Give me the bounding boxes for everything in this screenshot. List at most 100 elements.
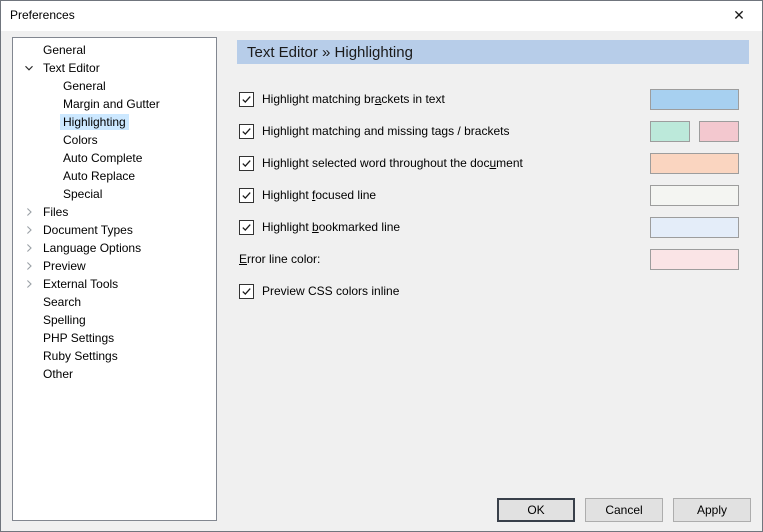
swatch-group [650,249,739,270]
chevron-container [21,225,37,235]
swatch-group [650,185,739,206]
tree-item[interactable]: Files [13,203,216,221]
swatch-group [650,121,739,142]
tree-item[interactable]: Colors [13,131,216,149]
tree-item-label: Colors [60,132,101,148]
window-title: Preferences [10,8,75,22]
checkbox[interactable] [239,220,254,235]
chevron-right-icon [24,225,34,235]
setting-row: Highlight matching brackets in text [237,88,749,110]
titlebar: Preferences ✕ [1,1,762,31]
chevron-right-icon [24,261,34,271]
checkbox[interactable] [239,92,254,107]
checkmark-icon [241,158,252,169]
chevron-container [21,261,37,271]
chevron-down-icon [24,63,34,73]
setting-row: Highlight selected word throughout the d… [237,152,749,174]
tree-item-label: Auto Replace [60,168,138,184]
apply-button[interactable]: Apply [673,498,751,522]
tree-item[interactable]: General [13,77,216,95]
tree-item[interactable]: Special [13,185,216,203]
tree-item-label: PHP Settings [40,330,117,346]
close-button[interactable]: ✕ [716,1,762,30]
tree-item-label: Margin and Gutter [60,96,163,112]
checkmark-icon [241,222,252,233]
setting-row: Error line color: [237,248,749,270]
checkbox[interactable] [239,188,254,203]
chevron-container [21,279,37,289]
preferences-tree: General Text Editor General [12,37,217,521]
tree-item[interactable]: Search [13,293,216,311]
tree-item-label: Search [40,294,84,310]
tree-item[interactable]: Spelling [13,311,216,329]
tree-item[interactable]: Auto Replace [13,167,216,185]
tree-item-label: Ruby Settings [40,348,121,364]
checkmark-icon [241,126,252,137]
chevron-container [21,243,37,253]
tree-item-label: Preview [40,258,89,274]
tree-item[interactable]: Preview [13,257,216,275]
tree-item-label: Auto Complete [60,150,145,166]
color-swatch[interactable] [650,249,739,270]
swatch-group [650,217,739,238]
setting-label: Error line color: [239,252,320,266]
setting-label: Highlight bookmarked line [262,220,400,234]
swatch-group [650,89,739,110]
checkmark-icon [241,94,252,105]
chevron-right-icon [24,279,34,289]
setting-row: Preview CSS colors inline [237,280,749,302]
tree-item[interactable]: Document Types [13,221,216,239]
tree-item[interactable]: Ruby Settings [13,347,216,365]
tree-item[interactable]: General [13,41,216,59]
setting-row: Highlight bookmarked line [237,216,749,238]
swatch-group [650,153,739,174]
tree-item[interactable]: Language Options [13,239,216,257]
section-header: Text Editor » Highlighting [237,40,749,64]
settings-rows: Highlight matching brackets in text High… [237,88,749,312]
tree-item-label: Other [40,366,76,382]
tree-item[interactable]: Highlighting [13,113,216,131]
color-swatch[interactable] [650,185,739,206]
setting-label: Highlight focused line [262,188,376,202]
color-swatch[interactable] [650,153,739,174]
tree-item[interactable]: Auto Complete [13,149,216,167]
tree-item[interactable]: Margin and Gutter [13,95,216,113]
chevron-container [21,63,37,73]
page-title: Text Editor » Highlighting [247,44,413,61]
tree-item-label: Language Options [40,240,144,256]
tree-item-label: General [40,42,89,58]
color-swatch[interactable] [699,121,739,142]
color-swatch[interactable] [650,121,690,142]
dialog-footer: OK Cancel Apply [497,498,751,522]
tree-item[interactable]: PHP Settings [13,329,216,347]
checkmark-icon [241,190,252,201]
tree-item[interactable]: Other [13,365,216,383]
setting-label: Highlight matching brackets in text [262,92,445,106]
setting-label: Preview CSS colors inline [262,284,399,298]
setting-row: Highlight matching and missing tags / br… [237,120,749,142]
cancel-button[interactable]: Cancel [585,498,663,522]
checkmark-icon [241,286,252,297]
chevron-container [21,207,37,217]
setting-label: Highlight matching and missing tags / br… [262,124,509,138]
tree-item[interactable]: External Tools [13,275,216,293]
tree-item-label: General [60,78,109,94]
color-swatch[interactable] [650,217,739,238]
chevron-right-icon [24,207,34,217]
checkbox[interactable] [239,284,254,299]
tree-item[interactable]: Text Editor [13,59,216,77]
checkbox[interactable] [239,156,254,171]
tree-item-label: External Tools [40,276,121,292]
tree-item-label: Files [40,204,71,220]
tree-item-label: Spelling [40,312,89,328]
tree-item-label: Highlighting [60,114,129,130]
color-swatch[interactable] [650,89,739,110]
close-icon: ✕ [733,7,745,24]
tree-item-label: Special [60,186,105,202]
ok-button[interactable]: OK [497,498,575,522]
checkbox[interactable] [239,124,254,139]
chevron-right-icon [24,243,34,253]
setting-row: Highlight focused line [237,184,749,206]
tree-item-label: Document Types [40,222,136,238]
tree-item-label: Text Editor [40,60,103,76]
